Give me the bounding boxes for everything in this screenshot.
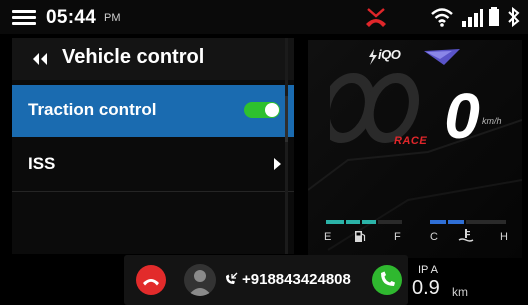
speed-value: 0 [444,80,480,150]
temp-gauge-segment [466,220,506,224]
missed-call-icon [366,8,386,27]
traction-control-toggle[interactable] [244,102,280,118]
status-bar: 05:44 PM [0,0,528,34]
fuel-gauge-segment [326,220,344,224]
wifi-icon [431,8,453,27]
chevron-right-icon [274,158,281,170]
bluetooth-icon [508,6,520,28]
trip-meter: IP A 0.9 km [412,260,522,305]
temp-gauge-segment [448,220,464,224]
temp-hot-label: H [500,231,508,243]
scrollbar[interactable] [285,38,288,254]
panel-header: Vehicle control [12,38,294,80]
menu-item-label: Traction control [28,100,157,119]
fuel-gauge-segment [378,220,402,224]
fuel-empty-label: E [324,231,332,243]
menu-item-label: ISS [28,154,56,173]
coolant-temperature-icon [458,229,474,242]
user-avatar-icon [188,270,212,296]
incoming-call-icon [226,272,238,284]
temp-gauge-segment [430,220,446,224]
trip-value: 0.9 [412,277,440,299]
toggle-knob [265,103,279,117]
trip-label: IP A [418,264,438,276]
menu-item-iss[interactable]: ISS [12,139,294,192]
page-title: Vehicle control [62,46,205,68]
vehicle-control-panel: Vehicle control Traction control ISS [12,38,294,254]
trip-unit: km [452,285,468,299]
fuel-pump-icon [355,231,366,242]
clock-ampm: PM [104,12,121,24]
ride-mode: RACE [394,135,428,147]
speedometer-display: 0 [330,73,480,150]
temp-cold-label: C [430,231,438,243]
scrollbar-thumb[interactable] [285,96,288,142]
battery-icon [489,7,499,26]
signal-strength-icon [462,9,483,27]
hang-up-icon [143,279,159,286]
clock-time: 05:44 [46,7,97,28]
menu-icon[interactable] [12,10,36,26]
incoming-call-bar: +918843424808 [124,255,408,305]
brand-name: iQO [378,47,401,62]
menu-item-traction-control[interactable]: Traction control [12,85,294,137]
fuel-gauge-segment [346,220,360,224]
back-icon[interactable] [30,51,50,67]
fuel-full-label: F [394,231,401,243]
caller-number: +918843424808 [242,271,351,288]
speed-unit: km/h [482,116,502,126]
brand-logo [369,49,460,65]
accept-call-button[interactable] [372,265,402,295]
fuel-gauge-segment [362,220,376,224]
phone-icon [381,271,395,286]
decline-call-button[interactable] [136,265,166,295]
caller-avatar [184,264,216,296]
